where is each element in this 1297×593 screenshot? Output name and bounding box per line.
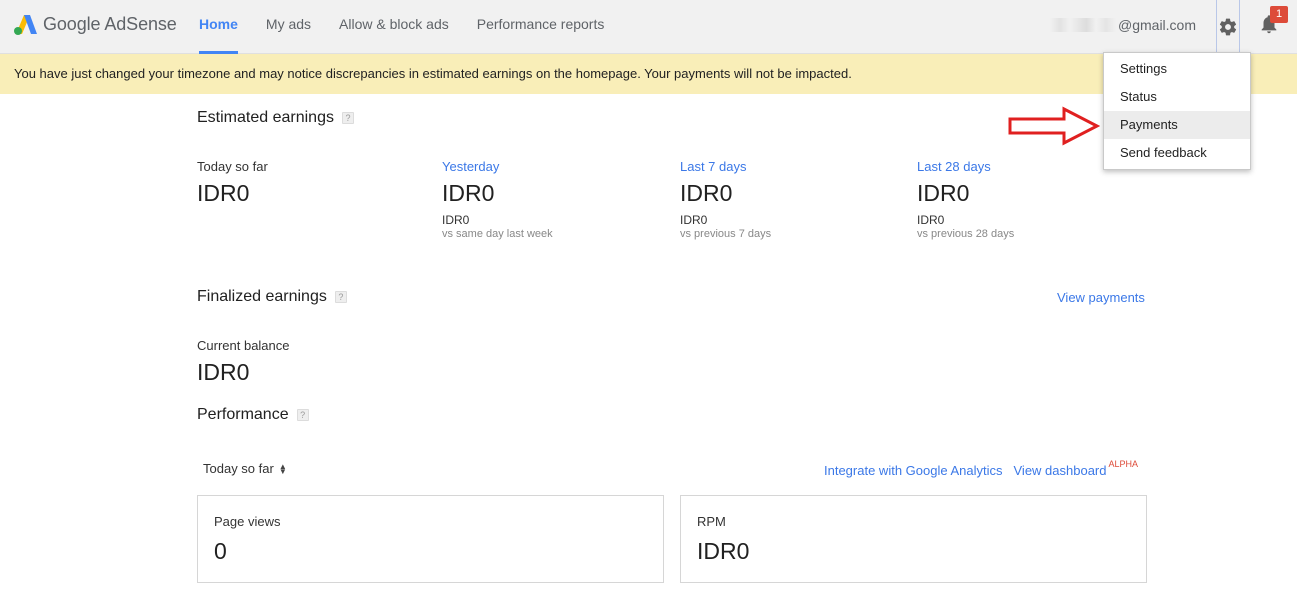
alpha-badge: ALPHA — [1108, 459, 1139, 469]
nav-tab-allow-block-ads[interactable]: Allow & block ads — [325, 0, 463, 54]
performance-title: Performance ? — [197, 406, 309, 424]
metric-compare-text: vs same day last week — [442, 228, 553, 240]
menu-item-send-feedback[interactable]: Send feedback — [1104, 139, 1250, 167]
gear-icon — [1219, 18, 1237, 36]
metric-label-link[interactable]: Yesterday — [442, 159, 553, 174]
help-icon[interactable]: ? — [334, 291, 347, 303]
menu-item-settings[interactable]: Settings — [1104, 55, 1250, 83]
metric-value: IDR0 — [442, 180, 495, 206]
card-value: IDR0 — [697, 538, 750, 564]
account-email-redacted — [1050, 18, 1116, 32]
metric-today: Today so far IDR0 — [197, 159, 268, 207]
account-email-suffix: @gmail.com — [1118, 17, 1197, 33]
balance-value: IDR0 — [197, 359, 250, 385]
metric-label-link[interactable]: Last 7 days — [680, 159, 771, 174]
card-label: Page views — [214, 514, 281, 529]
metric-compare-value: IDR0 — [680, 213, 708, 227]
menu-item-payments[interactable]: Payments — [1104, 111, 1250, 139]
view-dashboard-link[interactable]: View dashboard — [1014, 463, 1107, 478]
estimated-earnings-heading: Estimated earnings — [197, 109, 334, 126]
metric-value: IDR0 — [917, 180, 970, 206]
adsense-logo-icon — [14, 15, 37, 35]
page-views-card: Page views 0 — [197, 495, 664, 583]
help-icon[interactable]: ? — [341, 112, 354, 124]
card-value: 0 — [214, 538, 227, 564]
notification-count-badge: 1 — [1270, 6, 1288, 23]
adsense-logo[interactable]: Google AdSense — [12, 12, 177, 36]
view-payments-link[interactable]: View payments — [1057, 290, 1145, 305]
card-label: RPM — [697, 514, 726, 529]
settings-button[interactable] — [1216, 0, 1240, 54]
metric-label: Today so far — [197, 159, 268, 174]
finalized-earnings-heading: Finalized earnings — [197, 288, 327, 305]
finalized-earnings-title: Finalized earnings ? — [197, 288, 347, 306]
performance-links: Integrate with Google Analytics View das… — [824, 459, 1138, 478]
metric-yesterday: Yesterday IDR0 IDR0 vs same day last wee… — [442, 159, 553, 240]
nav-tab-my-ads[interactable]: My ads — [252, 0, 325, 54]
annotation-arrow-icon — [1008, 106, 1100, 146]
rpm-card: RPM IDR0 — [680, 495, 1147, 583]
estimated-earnings-title: Estimated earnings ? — [197, 109, 354, 127]
metric-compare-text: vs previous 7 days — [680, 228, 772, 240]
account-email[interactable]: @gmail.com — [1050, 17, 1196, 33]
metric-value: IDR0 — [197, 180, 250, 206]
menu-item-status[interactable]: Status — [1104, 83, 1250, 111]
nav-tab-performance-reports[interactable]: Performance reports — [463, 0, 619, 54]
sort-arrows-icon: ▲ ▼ — [278, 461, 287, 476]
current-balance: Current balance IDR0 — [197, 338, 290, 386]
help-icon[interactable]: ? — [296, 409, 309, 421]
balance-label: Current balance — [197, 338, 290, 353]
metric-last-28-days: Last 28 days IDR0 IDR0 vs previous 28 da… — [917, 159, 1014, 240]
main-nav: Home My ads Allow & block ads Performanc… — [185, 0, 618, 54]
metric-compare-value: IDR0 — [917, 213, 945, 227]
metric-label-link[interactable]: Last 28 days — [917, 159, 1014, 174]
metric-compare-text: vs previous 28 days — [917, 228, 1015, 240]
date-range-select[interactable]: Today so far ▲ ▼ — [203, 461, 287, 476]
performance-heading: Performance — [197, 406, 289, 423]
metric-last-7-days: Last 7 days IDR0 IDR0 vs previous 7 days — [680, 159, 771, 240]
metric-value: IDR0 — [680, 180, 733, 206]
integrate-analytics-link[interactable]: Integrate with Google Analytics — [824, 463, 1003, 478]
top-bar: Google AdSense Home My ads Allow & block… — [0, 0, 1297, 54]
metric-compare-value: IDR0 — [442, 213, 470, 227]
settings-menu: Settings Status Payments Send feedback — [1103, 52, 1251, 170]
brand-name: Google AdSense — [43, 13, 177, 34]
nav-tab-home[interactable]: Home — [185, 0, 252, 54]
date-range-value: Today so far — [203, 461, 274, 476]
